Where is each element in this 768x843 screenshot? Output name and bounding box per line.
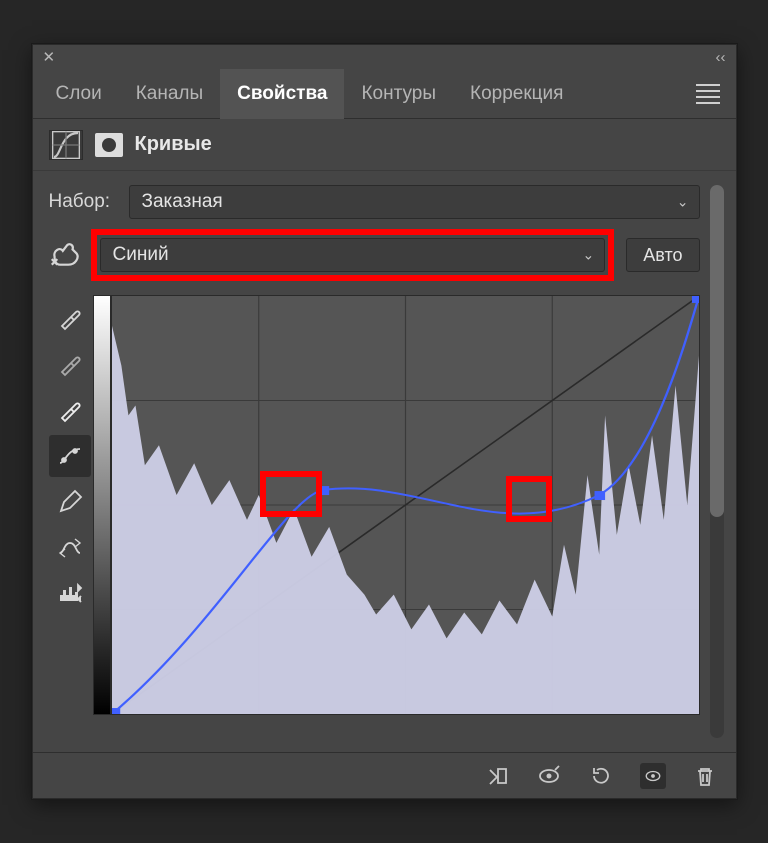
channel-value: Синий (113, 244, 169, 266)
curve-area (49, 295, 700, 715)
close-icon[interactable]: ✕ (43, 48, 56, 66)
eyedropper-gray-icon[interactable] (49, 343, 91, 385)
panel-menu-icon[interactable] (696, 82, 720, 106)
title-row: Кривые (33, 119, 736, 171)
eyedropper-white-icon[interactable] (49, 389, 91, 431)
tab-properties[interactable]: Свойства (220, 69, 344, 119)
preset-row: Набор: Заказная ⌄ (49, 185, 700, 219)
channel-select[interactable]: Синий ⌄ (100, 238, 606, 272)
controls: Набор: Заказная ⌄ Синий ⌄ Авто (49, 185, 700, 738)
tab-channels[interactable]: Каналы (119, 69, 220, 119)
tool-column (49, 295, 93, 715)
annotation-marker-1 (260, 471, 322, 517)
tabs-bar: Слои Каналы Свойства Контуры Коррекция (33, 69, 736, 119)
annotation-marker-2 (506, 476, 552, 522)
panel-header: ✕ ‹‹ (33, 45, 736, 69)
curves-graph[interactable] (111, 295, 700, 715)
visibility-icon[interactable] (640, 763, 666, 789)
graph-wrap (93, 295, 700, 715)
preset-label: Набор: (49, 191, 117, 213)
collapse-icon[interactable]: ‹‹ (716, 49, 726, 66)
targeted-adjust-icon[interactable] (49, 238, 85, 272)
curves-adjustment-icon (49, 130, 83, 160)
clip-to-layer-icon[interactable] (484, 763, 510, 789)
preset-select[interactable]: Заказная ⌄ (129, 185, 700, 219)
tab-paths[interactable]: Контуры (344, 69, 453, 119)
pencil-tool-icon[interactable] (49, 481, 91, 523)
chevron-down-icon: ⌄ (583, 247, 595, 264)
auto-button[interactable]: Авто (626, 238, 699, 272)
panel-body: Набор: Заказная ⌄ Синий ⌄ Авто (33, 171, 736, 752)
tab-adjustments[interactable]: Коррекция (453, 69, 580, 119)
reset-icon[interactable] (588, 763, 614, 789)
eyedropper-black-icon[interactable] (49, 297, 91, 339)
panel-scrollbar[interactable] (710, 185, 724, 738)
delete-icon[interactable] (692, 763, 718, 789)
preset-value: Заказная (142, 191, 223, 213)
chevron-down-icon: ⌄ (677, 194, 689, 211)
properties-panel: ✕ ‹‹ Слои Каналы Свойства Контуры Коррек… (32, 44, 737, 799)
adjustment-title: Кривые (135, 133, 212, 156)
scrollbar-thumb[interactable] (710, 185, 724, 517)
curve-point-tool-icon[interactable] (49, 435, 91, 477)
panel-footer (33, 752, 736, 798)
channel-row: Синий ⌄ Авто (49, 229, 700, 281)
histogram-clip-icon[interactable] (49, 573, 91, 615)
layer-mask-icon (95, 133, 123, 157)
tab-layers[interactable]: Слои (39, 69, 119, 119)
toggle-previous-icon[interactable] (536, 763, 562, 789)
output-gradient (93, 295, 111, 715)
smooth-tool-icon[interactable] (49, 527, 91, 569)
